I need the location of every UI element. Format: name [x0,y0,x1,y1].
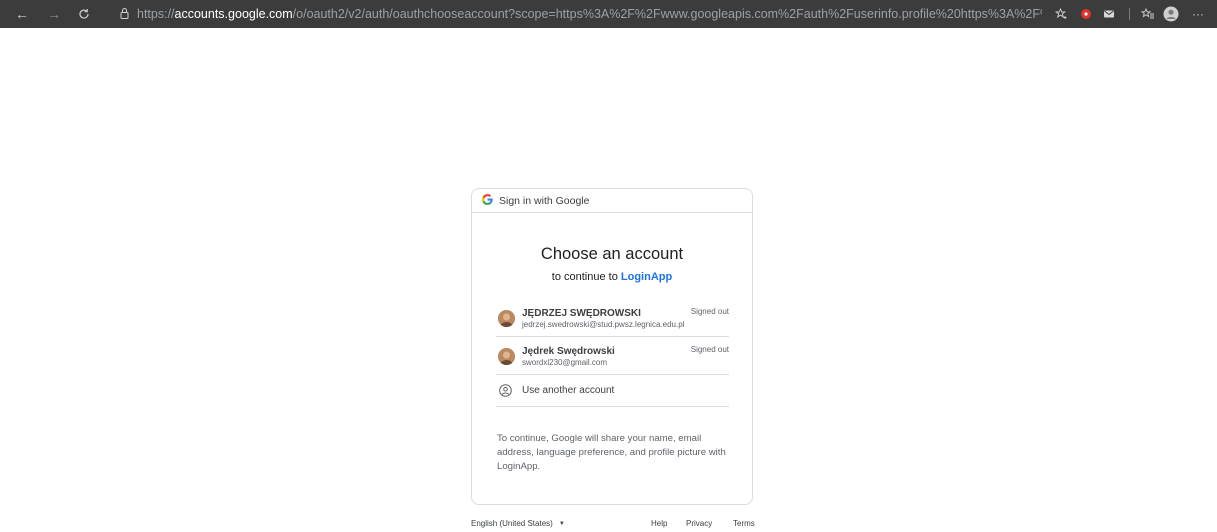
url-scheme: https:// [137,7,175,21]
back-arrow-icon[interactable]: ← [10,0,34,28]
extension-red-icon[interactable] [1075,0,1097,28]
consent-notice: To continue, Google will share your name… [497,433,726,472]
account-name: JĘDRZEJ SWĘDROWSKI [522,308,641,319]
page-title: Choose an account [540,245,684,263]
account-email: jedrzej.swedrowski@stud.pwsz.legnica.edu… [522,320,685,329]
more-icon[interactable]: ··· [1187,0,1209,28]
url-host: accounts.google.com [174,7,293,21]
favorites-icon[interactable] [1137,0,1159,28]
profile-icon[interactable] [1160,0,1182,28]
language-selector[interactable]: English (United States) ▼ [471,519,565,528]
refresh-icon[interactable] [72,0,96,28]
favorite-add-icon[interactable] [1050,0,1072,28]
forward-arrow-icon[interactable]: → [42,0,66,28]
help-link[interactable]: Help [651,519,667,528]
avatar [498,310,515,327]
avatar [498,348,515,365]
toolbar-separator [1129,8,1130,20]
url-path: /o/oauth2/v2/auth/oauthchooseaccount?sco… [292,7,1042,21]
account-item-1[interactable]: JĘDRZEJ SWĘDROWSKI jedrzej.swedrowski@st… [496,299,729,337]
extension-mail-icon[interactable] [1098,0,1120,28]
use-another-account-button[interactable]: Use another account [496,376,729,407]
language-label: English (United States) [471,519,553,528]
account-name: Jędrek Swędrowski [522,346,615,357]
browser-toolbar: ← → https://accounts.google.com/o/oauth2… [0,0,1217,28]
account-circle-icon [499,384,512,397]
terms-link[interactable]: Terms [733,519,755,528]
account-item-2[interactable]: Jędrek Swędrowski swordxl230@gmail.com S… [496,337,729,375]
google-g-icon [482,194,493,208]
subtitle: to continue to LoginApp [472,271,752,283]
app-name-link[interactable]: LoginApp [621,271,672,283]
use-another-label: Use another account [522,385,615,396]
account-email: swordxl230@gmail.com [522,358,608,367]
status-badge: Signed out [690,307,729,316]
status-badge: Signed out [690,345,729,354]
lock-icon[interactable] [120,7,129,20]
caret-down-icon: ▼ [558,521,565,527]
address-bar[interactable]: https://accounts.google.com/o/oauth2/v2/… [137,0,1042,28]
card-header: Sign in with Google [472,189,752,213]
privacy-link[interactable]: Privacy [686,519,712,528]
account-chooser-card: Sign in with Google Choose an account to… [471,188,753,505]
subtitle-prefix: to continue to [551,271,621,283]
header-title: Sign in with Google [499,195,590,207]
